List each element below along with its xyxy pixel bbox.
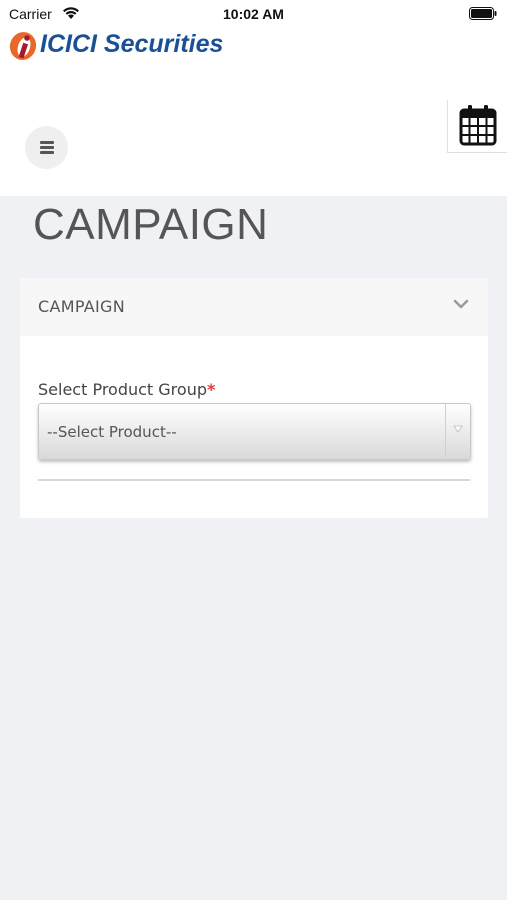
campaign-panel: CAMPAIGN Select Product Group* --Select … <box>20 278 488 518</box>
chevron-down-icon[interactable] <box>452 298 470 310</box>
product-group-select[interactable]: --Select Product-- <box>38 403 471 460</box>
app-header: ICICI Securities <box>0 28 507 196</box>
battery-icon <box>469 7 497 20</box>
page-title: CAMPAIGN <box>33 200 269 249</box>
logo-text: ICICI Securities <box>40 30 224 58</box>
product-group-label-text: Select Product Group <box>38 380 207 399</box>
calendar-button[interactable] <box>447 100 507 153</box>
icici-logo-icon <box>9 32 37 60</box>
hamburger-menu-button[interactable] <box>25 126 68 169</box>
select-value: --Select Product-- <box>47 423 177 441</box>
calendar-icon <box>459 105 497 146</box>
required-asterisk: * <box>207 380 216 399</box>
status-bar: Carrier 10:02 AM <box>0 0 507 28</box>
divider <box>38 479 470 481</box>
campaign-panel-header[interactable]: CAMPAIGN <box>20 278 488 336</box>
dropdown-arrow[interactable] <box>445 404 470 457</box>
clock: 10:02 AM <box>223 6 284 22</box>
product-group-label: Select Product Group* <box>38 380 215 399</box>
icici-logo[interactable]: ICICI Securities <box>8 30 258 62</box>
dropdown-arrow-icon <box>453 425 463 433</box>
panel-title: CAMPAIGN <box>38 297 125 316</box>
